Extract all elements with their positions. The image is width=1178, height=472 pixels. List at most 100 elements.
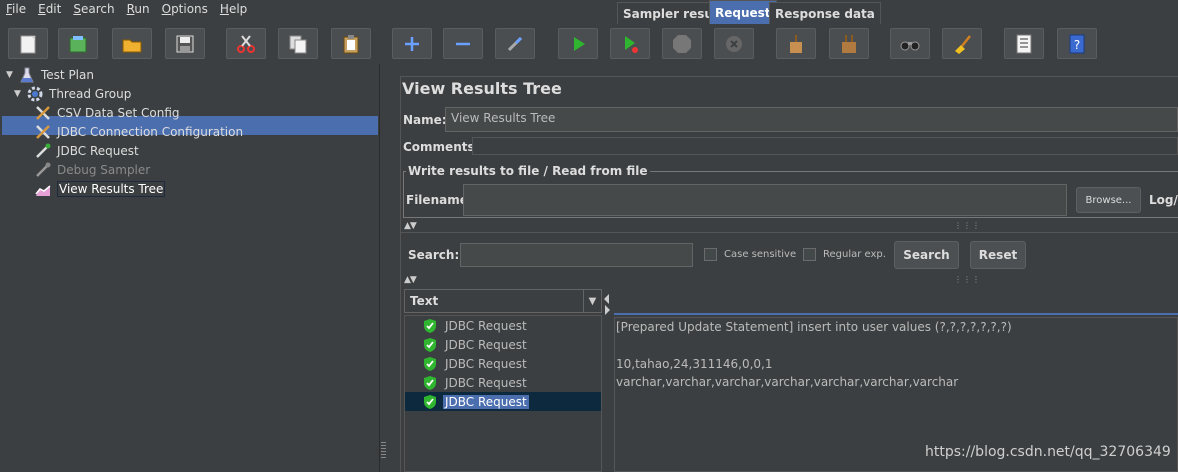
panel-title: View Results Tree: [402, 79, 562, 98]
reset-button[interactable]: Reset: [970, 241, 1026, 269]
start-no-pause-icon: [625, 35, 638, 53]
menu-edit-mnemonic: E: [38, 1, 46, 16]
log-display-label: Log/D: [1149, 193, 1178, 207]
stop-button[interactable]: [662, 28, 702, 59]
tree-label-test-plan: Test Plan: [41, 67, 94, 82]
cut-icon: [237, 34, 255, 53]
stop-icon: [673, 34, 691, 53]
renderer-select[interactable]: Text ▼: [404, 289, 602, 313]
success-shield-icon: [422, 356, 438, 372]
tree-node-debug-sampler[interactable]: Debug Sampler: [34, 160, 150, 179]
clear-button[interactable]: [776, 28, 816, 59]
function-helper-button[interactable]: [1004, 28, 1044, 59]
wrench-icon: [34, 123, 52, 141]
open-button[interactable]: [112, 28, 152, 59]
menu-search-mnemonic: S: [73, 1, 81, 16]
search-input[interactable]: [460, 243, 693, 267]
result-item-selected[interactable]: JDBC Request: [405, 392, 601, 411]
tab-response-data[interactable]: Response data: [769, 2, 881, 24]
expand-toggle-icon[interactable]: ▼: [6, 70, 18, 80]
collapse-button[interactable]: [443, 28, 483, 59]
filename-label: Filename: [406, 193, 468, 207]
help-button[interactable]: ?: [1057, 28, 1097, 59]
filename-field[interactable]: [463, 184, 1067, 216]
collapse-arrows-icon[interactable]: ▲▼: [404, 221, 417, 231]
tree-node-jdbc-request[interactable]: JDBC Request: [34, 141, 139, 160]
toggle-icon: [507, 36, 523, 51]
new-icon: [20, 35, 36, 53]
search-button[interactable]: [890, 28, 930, 59]
reset-search-icon: [955, 34, 971, 54]
pane-divider-handle[interactable]: [381, 442, 386, 458]
menu-options-rest: ptions: [171, 1, 208, 16]
paste-icon: [343, 34, 359, 53]
save-button[interactable]: [165, 28, 205, 59]
splitter-grip-icon[interactable]: ⋮⋮⋮: [954, 275, 981, 284]
toggle-button[interactable]: [495, 28, 535, 59]
request-types-line: varchar,varchar,varchar,varchar,varchar,…: [616, 375, 959, 389]
tree-node-view-results-tree[interactable]: View Results Tree: [34, 179, 166, 198]
result-label: JDBC Request: [443, 394, 529, 409]
separator: [401, 232, 1178, 233]
copy-button[interactable]: [278, 28, 318, 59]
tab-request[interactable]: Request: [709, 0, 777, 24]
success-shield-icon: [422, 318, 438, 334]
result-item[interactable]: JDBC Request: [405, 354, 601, 373]
pipette-disabled-icon: [34, 161, 52, 179]
paste-button[interactable]: [331, 28, 371, 59]
success-shield-icon: [422, 375, 438, 391]
start-icon: [574, 36, 585, 51]
results-splitter-arrows-icon[interactable]: [603, 291, 611, 316]
tree-node-jdbc-config[interactable]: JDBC Connection Configuration: [34, 122, 243, 141]
reset-search-button[interactable]: [942, 28, 982, 59]
clear-all-button[interactable]: [829, 28, 869, 59]
menu-options[interactable]: Options: [156, 2, 214, 16]
browse-button[interactable]: Browse...: [1076, 187, 1141, 213]
result-item[interactable]: JDBC Request: [405, 335, 601, 354]
search-submit-button[interactable]: Search: [894, 241, 959, 269]
new-button[interactable]: [8, 28, 48, 59]
result-item[interactable]: JDBC Request: [405, 373, 601, 392]
menu-run[interactable]: Run: [121, 2, 156, 16]
collapse-icon: [456, 42, 470, 45]
menu-help[interactable]: Help: [214, 2, 253, 16]
tree-node-csv-config[interactable]: CSV Data Set Config: [34, 103, 180, 122]
start-button[interactable]: [558, 28, 598, 59]
function-helper-icon: [1016, 34, 1032, 53]
menu-edit[interactable]: Edit: [32, 2, 67, 16]
menu-search[interactable]: Search: [67, 2, 120, 16]
result-label: JDBC Request: [445, 337, 527, 352]
svg-text:?: ?: [1074, 38, 1080, 52]
tree-label-debug-sampler: Debug Sampler: [57, 162, 151, 177]
shutdown-button[interactable]: [714, 28, 754, 59]
start-no-pause-button[interactable]: [610, 28, 650, 59]
result-item[interactable]: JDBC Request: [405, 316, 601, 335]
menu-file[interactable]: File: [0, 2, 32, 16]
case-sensitive-label: Case sensitive: [724, 249, 797, 260]
renderer-selected-value: Text: [410, 294, 439, 308]
detail-tabs: [614, 290, 1178, 315]
case-sensitive-checkbox[interactable]: [704, 248, 717, 261]
menu-edit-rest: dit: [45, 1, 62, 16]
name-label: Name:: [403, 113, 447, 127]
tree-node-thread-group[interactable]: ▼ Thread Group: [14, 84, 131, 103]
comments-field[interactable]: [472, 137, 1178, 155]
pipette-icon: [34, 142, 52, 160]
comments-label: Comments:: [403, 140, 480, 154]
cut-button[interactable]: [226, 28, 266, 59]
collapse-arrows-icon[interactable]: ▲▼: [404, 275, 417, 285]
templates-button[interactable]: [58, 28, 98, 59]
splitter-grip-icon[interactable]: ⋮⋮⋮: [954, 221, 981, 230]
name-field[interactable]: View Results Tree: [445, 107, 1178, 132]
chevron-down-icon[interactable]: ▼: [583, 290, 601, 312]
file-groupbox-title: Write results to file / Read from file: [406, 164, 650, 178]
menu-help-rest: elp: [228, 1, 248, 16]
tree-node-test-plan[interactable]: ▼ Test Plan: [6, 65, 94, 84]
help-icon: ?: [1069, 34, 1085, 53]
result-label: JDBC Request: [445, 318, 527, 333]
regular-exp-checkbox[interactable]: [803, 248, 816, 261]
expand-button[interactable]: [392, 28, 432, 59]
watermark-text: https://blog.csdn.net/qq_32706349: [925, 444, 1171, 460]
menu-search-rest: earch: [80, 1, 115, 16]
expand-toggle-icon[interactable]: ▼: [14, 89, 26, 99]
